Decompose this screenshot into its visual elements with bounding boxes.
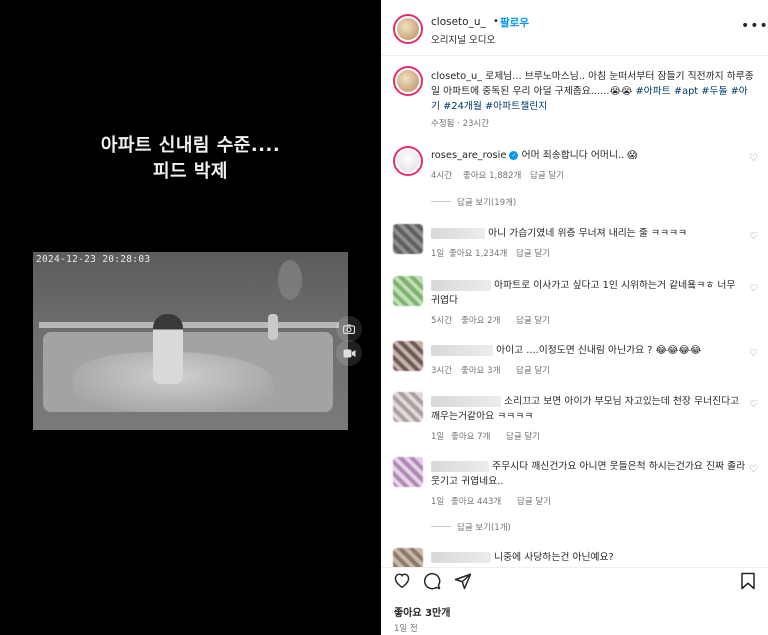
- comment-likes[interactable]: 좋아요 1,882개: [463, 169, 521, 181]
- action-bar: 좋아요 3만개 1일 전: [381, 567, 768, 635]
- reply-button[interactable]: 답글 달기: [506, 430, 540, 442]
- comment-username-blurred[interactable]: [431, 344, 493, 356]
- more-horizontal-icon[interactable]: •••: [741, 18, 768, 34]
- comment-likes[interactable]: 좋아요 2개: [461, 314, 500, 326]
- comment-avatar[interactable]: [393, 276, 423, 306]
- author-avatar[interactable]: [393, 14, 423, 44]
- comment-username-blurred[interactable]: [431, 227, 485, 239]
- caption-avatar[interactable]: [393, 66, 423, 96]
- comment-avatar[interactable]: [393, 341, 423, 371]
- caption-username[interactable]: closeto_u_: [431, 71, 482, 82]
- follow-button[interactable]: 팔로우: [500, 15, 529, 30]
- separator-dot: •: [493, 16, 499, 27]
- comment-avatar[interactable]: [393, 146, 423, 176]
- comment-body: 아니 가습기였네 위층 무너져 내리는 줄 ㅋㅋㅋㅋ: [431, 226, 746, 241]
- comment-text: 아니 가습기였네 위층 무너져 내리는 줄 ㅋㅋㅋㅋ: [488, 228, 688, 239]
- bed-rail: [39, 322, 339, 328]
- caption-body: closeto_u_ 로제님... 브루노마스님.. 아침 눈떠서부터 잠들기 …: [431, 69, 756, 114]
- post-sidebar: closeto_u_ • 팔로우 오리지널 오디오 ••• closeto_u_…: [381, 0, 768, 635]
- comment-username-blurred[interactable]: [431, 395, 501, 407]
- comment-body: roses_are_rosie ✓ 어머 죄송합니다 어머니.. 😱: [431, 148, 746, 163]
- header-divider: [381, 55, 768, 56]
- bookmark-icon[interactable]: [740, 572, 756, 595]
- camera-icon[interactable]: [336, 316, 362, 342]
- comment-username-blurred[interactable]: [431, 460, 489, 472]
- heart-icon[interactable]: ♡: [749, 464, 758, 475]
- heart-icon[interactable]: [393, 572, 411, 593]
- audio-label[interactable]: 오리지널 오디오: [431, 32, 495, 46]
- video-icon[interactable]: [336, 340, 362, 366]
- replies-line: [431, 201, 451, 202]
- background-shape: [278, 260, 302, 300]
- comment-text: 어머 죄송합니다 어머니.. 😱: [521, 150, 638, 161]
- cctv-timestamp: 2024-12-23 20:28:03: [36, 254, 151, 265]
- comment-body: 니중에 사당하는건 아닌예요?: [431, 550, 746, 565]
- comment-time: 3시간: [431, 366, 453, 376]
- verified-icon: ✓: [509, 150, 519, 160]
- replies-line: [431, 526, 451, 527]
- overlay-line-2: 피드 박제: [152, 161, 228, 182]
- comment-body: 주무시다 깨신건가요 아니면 웃들은척 하시는건가요 진짜 졸라웃기고 귀엽네요…: [431, 459, 746, 489]
- heart-icon[interactable]: ♡: [749, 348, 758, 359]
- comment-text: 아이고 ....이정도면 신내림 아닌가요 ? 😂😂😂😂: [496, 345, 702, 356]
- reply-button[interactable]: 답글 달기: [516, 247, 550, 259]
- comment-username[interactable]: roses_are_rosie: [431, 150, 506, 161]
- child-figure: [153, 314, 183, 384]
- comment-likes[interactable]: 좋아요 443개: [451, 495, 501, 507]
- humidifier: [268, 314, 278, 340]
- send-icon[interactable]: [454, 572, 472, 595]
- reply-button[interactable]: 답글 달기: [530, 169, 564, 181]
- caption-edited: 수정됨 · 23시간: [431, 119, 490, 129]
- likes-count[interactable]: 좋아요 3만개: [394, 604, 450, 619]
- comment-avatar[interactable]: [393, 457, 423, 487]
- reply-button[interactable]: 답글 달기: [516, 364, 550, 376]
- comment-username-blurred[interactable]: [431, 279, 491, 291]
- view-replies-button[interactable]: 답글 보기(1개): [457, 521, 511, 533]
- comment-username-blurred[interactable]: [431, 551, 491, 563]
- comment-body: 소리끄고 보면 아이가 부모님 자고있는데 천장 무너진다고 깨우는거같아요 ㅋ…: [431, 394, 746, 424]
- comment-time: 1일: [431, 432, 445, 442]
- comment-time: 1일: [431, 497, 445, 507]
- heart-icon[interactable]: ♡: [749, 153, 758, 164]
- cctv-footage: 2024-12-23 20:28:03: [33, 252, 348, 430]
- comment-text: 니중에 사당하는건 아닌예요?: [494, 552, 614, 563]
- comment-icon[interactable]: [423, 572, 441, 595]
- reel-video[interactable]: 아파트 신내림 수준.... 피드 박제 2024-12-23 20:28:03: [0, 0, 381, 635]
- reply-button[interactable]: 답글 달기: [517, 495, 551, 507]
- view-replies-button[interactable]: 답글 보기(19개): [457, 196, 516, 208]
- author-username[interactable]: closeto_u_: [431, 16, 486, 28]
- comment-time: 5시간: [431, 316, 453, 326]
- comment-likes[interactable]: 좋아요 7개: [451, 430, 490, 442]
- overlay-line-1: 아파트 신내림 수준....: [100, 135, 281, 156]
- comment-avatar[interactable]: [393, 224, 423, 254]
- heart-icon[interactable]: ♡: [749, 399, 758, 410]
- reply-button[interactable]: 답글 달기: [516, 314, 550, 326]
- comment-body: 아파트로 이사가고 싶다고 1인 시위하는거 같네욬ㅋㅎ 너무 귀엽다: [431, 278, 746, 308]
- post-time: 1일 전: [394, 624, 418, 634]
- comment-likes[interactable]: 좋아요 1,234개: [449, 247, 507, 259]
- comment-likes[interactable]: 좋아요 3개: [461, 364, 500, 376]
- video-overlay-caption: 아파트 신내림 수준.... 피드 박제: [0, 133, 381, 185]
- comment-time: 1일: [431, 249, 445, 259]
- heart-icon[interactable]: ♡: [749, 231, 758, 242]
- heart-icon[interactable]: ♡: [749, 283, 758, 294]
- comment-body: 아이고 ....이정도면 신내림 아닌가요 ? 😂😂😂😂: [431, 343, 746, 358]
- comment-time: 4시간: [431, 171, 453, 181]
- comment-avatar[interactable]: [393, 392, 423, 422]
